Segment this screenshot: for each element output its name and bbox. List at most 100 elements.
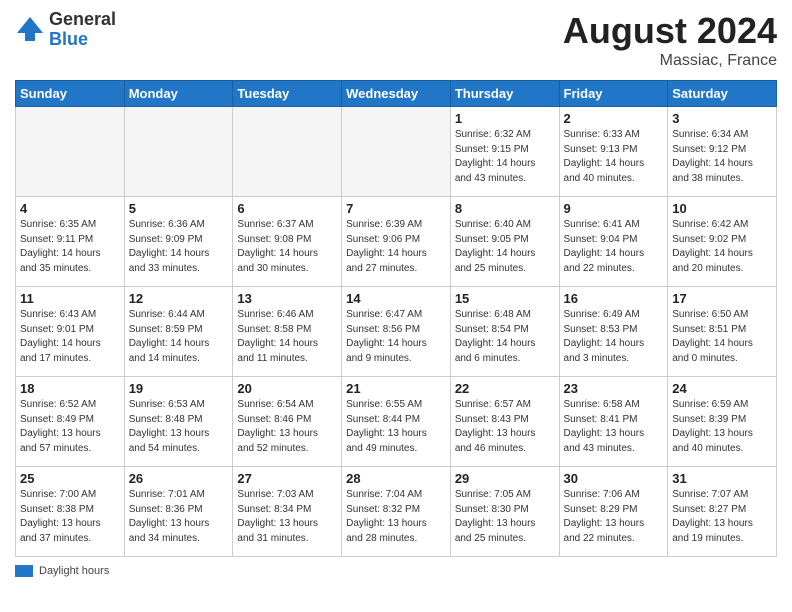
calendar-day-cell: 10 Sunrise: 6:42 AM Sunset: 9:02 PM Dayli…	[668, 197, 777, 287]
day-info: Sunrise: 6:54 AM Sunset: 8:46 PM Dayligh…	[237, 398, 337, 456]
calendar-week-row: 11Sunrise: 6:43 AM Sunset: 9:01 PM Dayli…	[16, 287, 777, 377]
header-monday: Monday	[124, 81, 233, 107]
logo-blue-text: Blue	[49, 30, 116, 50]
day-number: 26	[129, 471, 229, 486]
day-number: 4	[20, 201, 120, 216]
calendar-day-cell: 16Sunrise: 6:49 AM Sunset: 8:53 PM Dayli…	[559, 287, 668, 377]
day-number: 24	[672, 381, 772, 396]
calendar-week-row: 4 Sunrise: 6:35 AM Sunset: 9:11 PM Daylig…	[16, 197, 777, 287]
day-info: Sunrise: 6:58 AM Sunset: 8:41 PM Dayligh…	[564, 398, 664, 456]
calendar-day-cell: 19 Sunrise: 6:53 AM Sunset: 8:48 PM Dayli…	[124, 377, 233, 467]
calendar-day-cell	[16, 107, 125, 197]
day-info: Sunrise: 7:05 AM Sunset: 8:30 PM Dayligh…	[455, 488, 555, 546]
calendar-day-cell: 29 Sunrise: 7:05 AM Sunset: 8:30 PM Dayli…	[450, 467, 559, 557]
header-saturday: Saturday	[668, 81, 777, 107]
day-number: 17	[672, 291, 772, 306]
calendar-day-cell	[233, 107, 342, 197]
calendar-footer: Daylight hours	[15, 565, 777, 577]
day-info: Sunrise: 6:40 AM Sunset: 9:05 PM Dayligh…	[455, 218, 555, 276]
calendar-day-cell: 21 Sunrise: 6:55 AM Sunset: 8:44 PM Dayli…	[342, 377, 451, 467]
day-number: 1	[455, 111, 555, 126]
day-info: Sunrise: 6:53 AM Sunset: 8:48 PM Dayligh…	[129, 398, 229, 456]
legend-bar-icon	[15, 565, 33, 577]
calendar-day-cell: 5Sunrise: 6:36 AM Sunset: 9:09 PM Daylig…	[124, 197, 233, 287]
logo-general: General	[49, 10, 116, 30]
day-info: Sunrise: 6:46 AM Sunset: 8:58 PM Dayligh…	[237, 308, 337, 366]
calendar-day-cell: 14 Sunrise: 6:47 AM Sunset: 8:56 PM Dayli…	[342, 287, 451, 377]
day-number: 16	[564, 291, 664, 306]
day-info: Sunrise: 6:37 AM Sunset: 9:08 PM Dayligh…	[237, 218, 337, 276]
header-tuesday: Tuesday	[233, 81, 342, 107]
header-wednesday: Wednesday	[342, 81, 451, 107]
day-number: 9	[564, 201, 664, 216]
day-info: Sunrise: 6:33 AM Sunset: 9:13 PM Dayligh…	[564, 128, 664, 186]
day-info: Sunrise: 6:43 AM Sunset: 9:01 PM Dayligh…	[20, 308, 120, 366]
header-sunday: Sunday	[16, 81, 125, 107]
day-number: 18	[20, 381, 120, 396]
day-info: Sunrise: 6:55 AM Sunset: 8:44 PM Dayligh…	[346, 398, 446, 456]
day-info: Sunrise: 7:07 AM Sunset: 8:27 PM Dayligh…	[672, 488, 772, 546]
day-number: 20	[237, 381, 337, 396]
day-info: Sunrise: 6:42 AM Sunset: 9:02 PM Dayligh…	[672, 218, 772, 276]
day-number: 14	[346, 291, 446, 306]
day-number: 21	[346, 381, 446, 396]
calendar-day-cell: 2 Sunrise: 6:33 AM Sunset: 9:13 PM Daylig…	[559, 107, 668, 197]
calendar-day-cell: 31 Sunrise: 7:07 AM Sunset: 8:27 PM Dayli…	[668, 467, 777, 557]
location-subtitle: Massiac, France	[563, 52, 777, 70]
calendar-day-cell: 4 Sunrise: 6:35 AM Sunset: 9:11 PM Daylig…	[16, 197, 125, 287]
calendar-day-cell: 9Sunrise: 6:41 AM Sunset: 9:04 PM Daylig…	[559, 197, 668, 287]
calendar-week-row: 25 Sunrise: 7:00 AM Sunset: 8:38 PM Dayli…	[16, 467, 777, 557]
calendar-day-cell: 18 Sunrise: 6:52 AM Sunset: 8:49 PM Dayli…	[16, 377, 125, 467]
day-info: Sunrise: 7:01 AM Sunset: 8:36 PM Dayligh…	[129, 488, 229, 546]
logo: General Blue	[15, 10, 116, 50]
day-info: Sunrise: 6:57 AM Sunset: 8:43 PM Dayligh…	[455, 398, 555, 456]
calendar-day-cell: 30Sunrise: 7:06 AM Sunset: 8:29 PM Dayli…	[559, 467, 668, 557]
day-info: Sunrise: 7:06 AM Sunset: 8:29 PM Dayligh…	[564, 488, 664, 546]
day-number: 12	[129, 291, 229, 306]
day-number: 3	[672, 111, 772, 126]
day-number: 25	[20, 471, 120, 486]
day-number: 27	[237, 471, 337, 486]
calendar-week-row: 18 Sunrise: 6:52 AM Sunset: 8:49 PM Dayli…	[16, 377, 777, 467]
calendar-week-row: 1Sunrise: 6:32 AM Sunset: 9:15 PM Daylig…	[16, 107, 777, 197]
calendar-day-cell	[124, 107, 233, 197]
calendar-header-row: Sunday Monday Tuesday Wednesday Thursday…	[16, 81, 777, 107]
day-number: 13	[237, 291, 337, 306]
calendar-day-cell: 26 Sunrise: 7:01 AM Sunset: 8:36 PM Dayli…	[124, 467, 233, 557]
legend-label: Daylight hours	[39, 565, 109, 577]
calendar-day-cell: 1Sunrise: 6:32 AM Sunset: 9:15 PM Daylig…	[450, 107, 559, 197]
day-number: 19	[129, 381, 229, 396]
day-number: 2	[564, 111, 664, 126]
day-info: Sunrise: 6:52 AM Sunset: 8:49 PM Dayligh…	[20, 398, 120, 456]
calendar-day-cell: 28Sunrise: 7:04 AM Sunset: 8:32 PM Dayli…	[342, 467, 451, 557]
calendar-day-cell: 25 Sunrise: 7:00 AM Sunset: 8:38 PM Dayli…	[16, 467, 125, 557]
day-number: 31	[672, 471, 772, 486]
day-info: Sunrise: 6:39 AM Sunset: 9:06 PM Dayligh…	[346, 218, 446, 276]
calendar-day-cell	[342, 107, 451, 197]
day-info: Sunrise: 6:44 AM Sunset: 8:59 PM Dayligh…	[129, 308, 229, 366]
day-number: 5	[129, 201, 229, 216]
day-info: Sunrise: 6:34 AM Sunset: 9:12 PM Dayligh…	[672, 128, 772, 186]
day-number: 10	[672, 201, 772, 216]
day-number: 6	[237, 201, 337, 216]
calendar-day-cell: 7 Sunrise: 6:39 AM Sunset: 9:06 PM Daylig…	[342, 197, 451, 287]
calendar-day-cell: 11Sunrise: 6:43 AM Sunset: 9:01 PM Dayli…	[16, 287, 125, 377]
day-number: 22	[455, 381, 555, 396]
calendar-day-cell: 22 Sunrise: 6:57 AM Sunset: 8:43 PM Dayli…	[450, 377, 559, 467]
day-info: Sunrise: 6:47 AM Sunset: 8:56 PM Dayligh…	[346, 308, 446, 366]
title-block: August 2024 Massiac, France	[563, 10, 777, 70]
calendar-day-cell: 20 Sunrise: 6:54 AM Sunset: 8:46 PM Dayli…	[233, 377, 342, 467]
month-year-title: August 2024	[563, 10, 777, 52]
logo-text: General Blue	[49, 10, 116, 50]
day-number: 8	[455, 201, 555, 216]
page-header: General Blue August 2024 Massiac, France	[15, 10, 777, 70]
day-number: 7	[346, 201, 446, 216]
day-number: 28	[346, 471, 446, 486]
day-number: 29	[455, 471, 555, 486]
header-thursday: Thursday	[450, 81, 559, 107]
day-info: Sunrise: 7:00 AM Sunset: 8:38 PM Dayligh…	[20, 488, 120, 546]
day-info: Sunrise: 6:59 AM Sunset: 8:39 PM Dayligh…	[672, 398, 772, 456]
calendar-day-cell: 23Sunrise: 6:58 AM Sunset: 8:41 PM Dayli…	[559, 377, 668, 467]
calendar-day-cell: 3 Sunrise: 6:34 AM Sunset: 9:12 PM Daylig…	[668, 107, 777, 197]
day-info: Sunrise: 6:35 AM Sunset: 9:11 PM Dayligh…	[20, 218, 120, 276]
